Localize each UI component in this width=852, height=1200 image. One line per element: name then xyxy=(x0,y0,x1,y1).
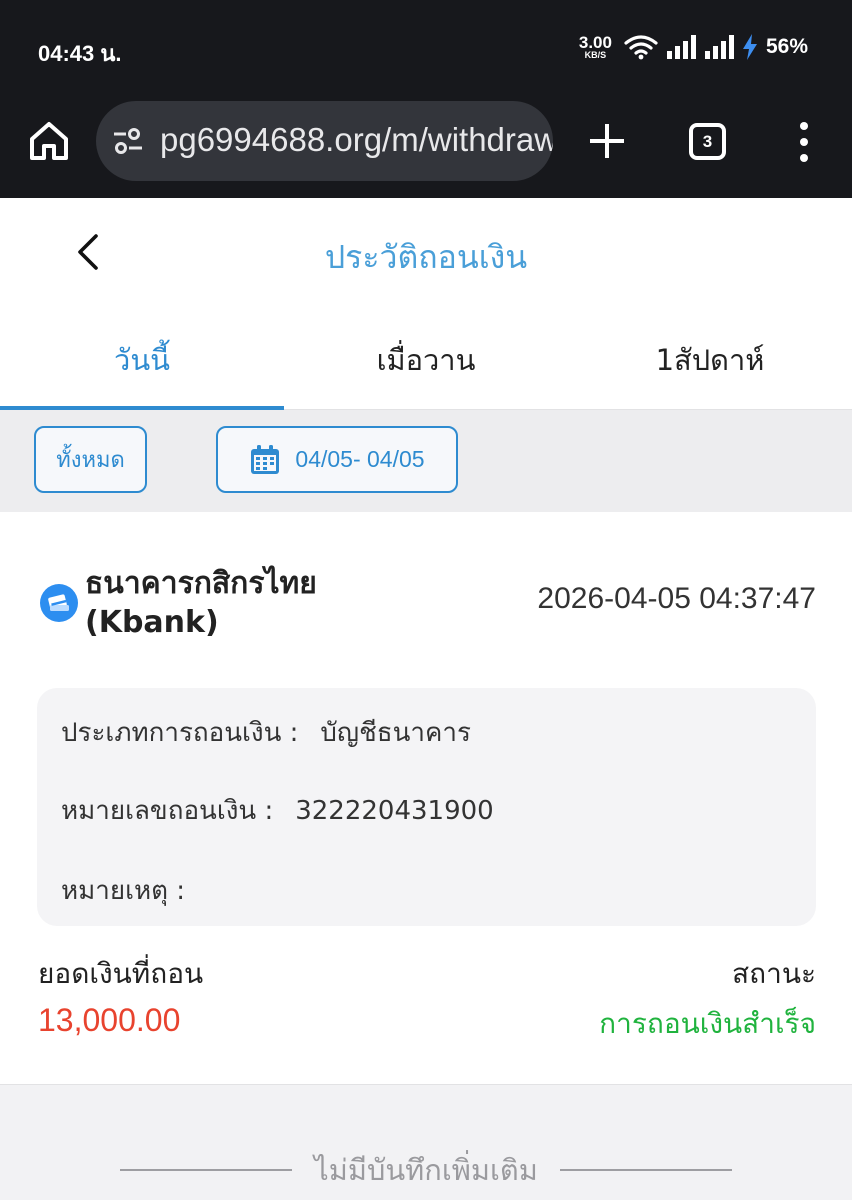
address-bar[interactable]: pg6994688.org/m/withdraw xyxy=(96,101,553,181)
site-settings-icon[interactable] xyxy=(112,127,144,155)
battery-level: 56% xyxy=(765,35,808,58)
net-speed: 3.00 KB/S xyxy=(579,34,612,60)
withdraw-type-value: บัญชีธนาคาร xyxy=(320,718,471,748)
status-icons: 3.00 KB/S 56% xyxy=(579,34,808,60)
menu-dot xyxy=(800,138,808,146)
net-speed-value: 3.00 xyxy=(578,33,612,52)
status-time: 04:43 น. xyxy=(38,41,122,66)
bank-name: ธนาคารกสิกรไทย (Kbank) xyxy=(85,566,317,640)
tab-bar: วันนี้ เมื่อวาน 1สัปดาห์ xyxy=(0,310,852,410)
note-label: หมายเหตุ : xyxy=(61,876,186,906)
amount-value: 13,000.00 xyxy=(38,1002,181,1038)
bank-card-icon xyxy=(40,584,78,622)
app-header: ประวัติถอนเงิน xyxy=(0,198,852,310)
tab-today[interactable]: วันนี้ xyxy=(0,310,284,410)
record-details: ประเภทการถอนเงิน : บัญชีธนาคาร หมายเลขถอน… xyxy=(37,688,816,926)
note-row: หมายเหตุ : xyxy=(61,870,185,911)
date-range-text: 04/05- 04/05 xyxy=(295,446,425,472)
more-menu-icon[interactable] xyxy=(792,122,816,162)
charging-icon xyxy=(742,34,757,60)
calendar-icon xyxy=(251,444,280,474)
divider-line xyxy=(120,1169,293,1171)
menu-dot xyxy=(800,154,808,162)
withdraw-number-row: หมายเลขถอนเงิน : 322220431900 xyxy=(61,790,494,831)
signal-icon-2 xyxy=(704,35,734,59)
amount-label: ยอดเงินที่ถอน xyxy=(38,957,204,990)
tab-yesterday[interactable]: เมื่อวาน xyxy=(284,310,568,409)
net-speed-unit: KB/S xyxy=(584,50,607,60)
page-title: ประวัติถอนเงิน xyxy=(324,238,528,276)
menu-dot xyxy=(800,122,808,130)
new-tab-icon[interactable] xyxy=(588,122,626,160)
status-label: สถานะ xyxy=(732,957,816,990)
withdraw-number-value: 322220431900 xyxy=(295,796,494,826)
home-icon[interactable] xyxy=(26,118,72,164)
filter-bar: ทั้งหมด 04/05- 04/05 xyxy=(0,410,852,512)
status-value: การถอนเงินสำเร็จ xyxy=(599,1007,816,1040)
signal-icon xyxy=(666,35,696,59)
browser-chrome: 04:43 น. 3.00 KB/S 56% pg6994688.org/m/w… xyxy=(0,0,852,198)
tab-one-week[interactable]: 1สัปดาห์ xyxy=(568,310,852,409)
record-datetime: 2026-04-05 04:37:47 xyxy=(537,582,816,615)
withdrawal-record[interactable]: ธนาคารกสิกรไทย (Kbank) 2026-04-05 04:37:… xyxy=(0,512,852,1085)
page: 04:43 น. 3.00 KB/S 56% pg6994688.org/m/w… xyxy=(0,0,852,1200)
tab-switcher-button[interactable]: 3 xyxy=(689,123,726,160)
filter-all-button[interactable]: ทั้งหมด xyxy=(34,426,147,493)
withdraw-number-label: หมายเลขถอนเงิน : xyxy=(61,796,274,826)
divider-line xyxy=(559,1169,732,1171)
wifi-icon xyxy=(624,35,658,60)
no-more-records: ไม่มีบันทึกเพิ่มเติม xyxy=(0,1148,852,1192)
no-more-records-text: ไม่มีบันทึกเพิ่มเติม xyxy=(314,1153,538,1187)
withdraw-type-row: ประเภทการถอนเงิน : บัญชีธนาคาร xyxy=(61,712,471,753)
url-text[interactable]: pg6994688.org/m/withdraw xyxy=(160,121,553,159)
withdraw-type-label: ประเภทการถอนเงิน : xyxy=(61,718,299,748)
date-range-button[interactable]: 04/05- 04/05 xyxy=(216,426,458,493)
